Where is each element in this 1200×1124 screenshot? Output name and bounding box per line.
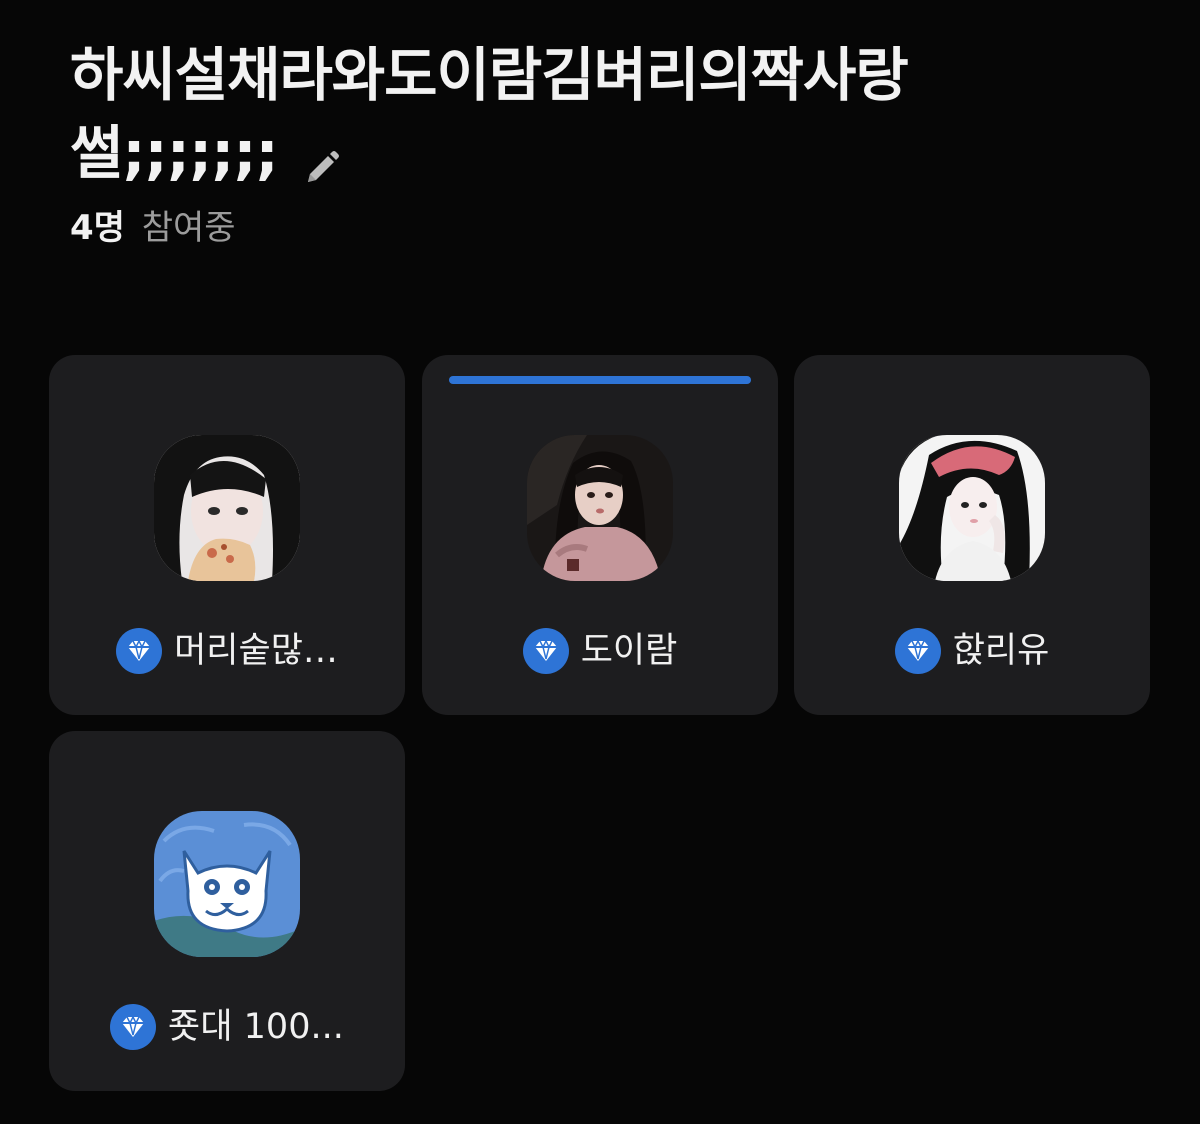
room-title-line2: 썰;;;;;;; bbox=[70, 119, 279, 187]
room-title: 하씨설채라와도이람김벼리의짝사랑 썰;;;;;;; bbox=[70, 36, 1150, 192]
participant-name: 도이람 bbox=[580, 631, 678, 671]
participant-name: 핝리유 bbox=[952, 631, 1050, 671]
room-header: 하씨설채라와도이람김벼리의짝사랑 썰;;;;;;; 4명 참여중 bbox=[70, 36, 1150, 250]
room-title-row2: 썰;;;;;;; bbox=[70, 114, 1150, 192]
diamond-badge-icon bbox=[110, 1004, 157, 1050]
participant-name-row: 핝리유 bbox=[794, 627, 1150, 675]
diamond-badge-icon bbox=[116, 628, 163, 674]
room-title-line1: 하씨설채라와도이람김벼리의짝사랑 bbox=[70, 41, 909, 109]
participant-count-number: 4명 bbox=[70, 208, 125, 248]
diamond-badge-icon bbox=[522, 628, 569, 674]
participant-name-row: 죳대 100... bbox=[49, 1003, 405, 1051]
participant-card[interactable]: 죳대 100... bbox=[49, 731, 405, 1091]
participant-card[interactable]: 도이람 bbox=[422, 355, 778, 715]
participant-name-row: 머리숱많… bbox=[49, 627, 405, 675]
participant-count-label: 참여중 bbox=[141, 208, 236, 248]
avatar bbox=[899, 435, 1045, 581]
participant-card[interactable]: 핝리유 bbox=[794, 355, 1150, 715]
avatar bbox=[154, 811, 300, 957]
participant-name: 죳대 100... bbox=[168, 1007, 344, 1047]
pencil-icon[interactable] bbox=[302, 129, 342, 182]
participant-card[interactable]: 머리숱많… bbox=[49, 355, 405, 715]
diamond-badge-icon bbox=[894, 628, 941, 674]
speaking-indicator bbox=[449, 376, 751, 384]
participant-name: 머리숱많… bbox=[174, 631, 338, 671]
avatar bbox=[154, 435, 300, 581]
participant-count: 4명 참여중 bbox=[70, 206, 1150, 250]
avatar bbox=[527, 435, 673, 581]
participant-name-row: 도이람 bbox=[422, 627, 778, 675]
